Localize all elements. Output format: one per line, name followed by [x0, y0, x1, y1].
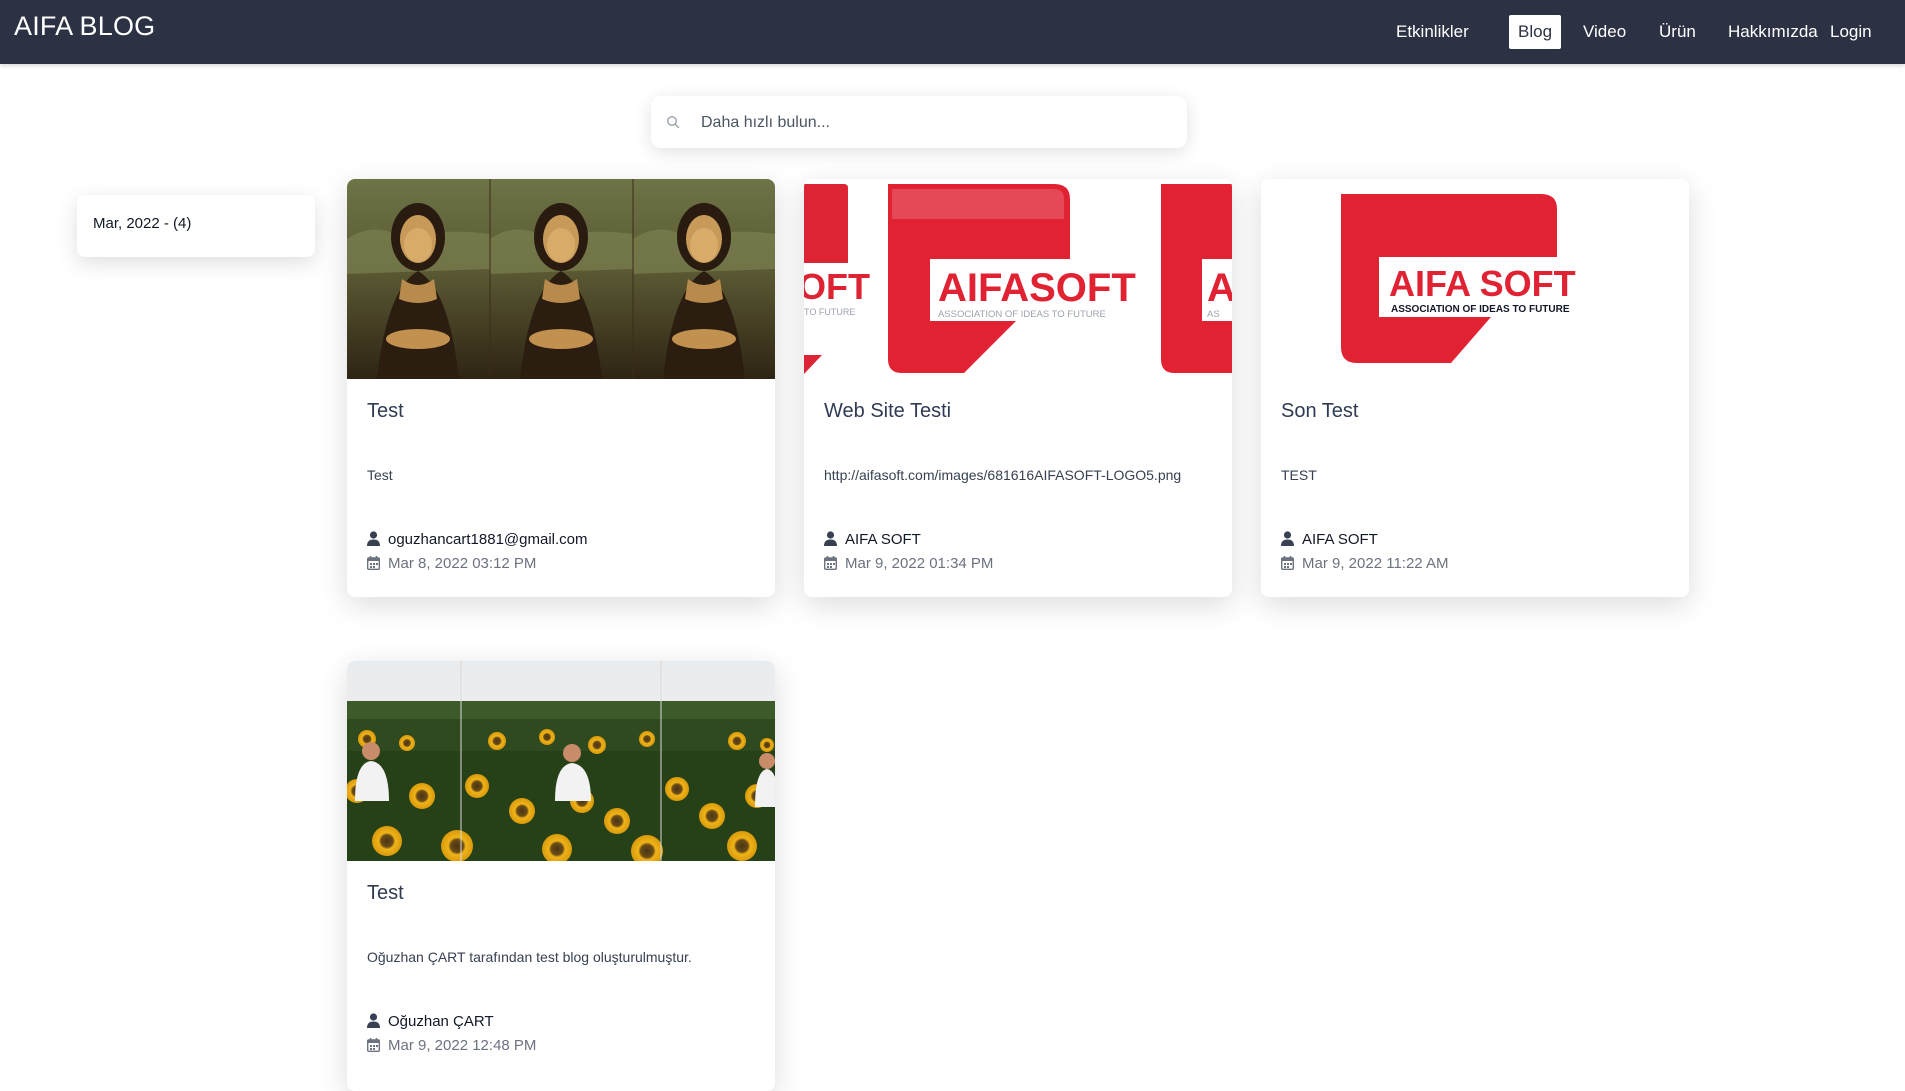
- logo-tagline: ASSOCIATION OF IDEAS TO FUTURE: [938, 309, 1106, 320]
- post-card[interactable]: Test Oğuzhan ÇART tarafından test blog o…: [347, 661, 775, 1091]
- post-title[interactable]: Test: [367, 882, 404, 905]
- post-card[interactable]: OFT TO FUTURE AIFASOFT ASSOCIATION OF ID…: [804, 179, 1232, 597]
- archive-label: Mar, 2022 - (4): [93, 215, 192, 232]
- search-input[interactable]: [699, 108, 1173, 138]
- archive-item-mar-2022[interactable]: Mar, 2022 - (4): [77, 195, 315, 257]
- post-date: Mar 9, 2022 11:22 AM: [1280, 555, 1449, 572]
- logo-fragment-left: OFT: [804, 266, 870, 307]
- post-card[interactable]: Test Test oguzhancart1881@gmail.com Mar …: [347, 179, 775, 597]
- calendar-icon: [823, 556, 838, 571]
- post-author: Oğuzhan ÇART: [367, 1013, 494, 1030]
- logo-fragment-right-tagline: AS: [1207, 309, 1220, 320]
- post-date: Mar 9, 2022 01:34 PM: [823, 555, 994, 572]
- nav-urun[interactable]: Ürün: [1659, 15, 1696, 49]
- post-author: AIFA SOFT: [1281, 531, 1378, 548]
- user-icon: [824, 531, 837, 546]
- date-value: Mar 9, 2022 01:34 PM: [845, 555, 994, 572]
- nav-login[interactable]: Login: [1830, 15, 1872, 49]
- post-author: oguzhancart1881@gmail.com: [367, 531, 588, 548]
- logo-fragment-right: A: [1207, 266, 1232, 310]
- calendar-icon: [366, 556, 381, 571]
- post-author: AIFA SOFT: [824, 531, 921, 548]
- search-box: [651, 96, 1187, 148]
- nav-video[interactable]: Video: [1583, 15, 1626, 49]
- post-image-aifasoft-logo[interactable]: OFT TO FUTURE AIFASOFT ASSOCIATION OF ID…: [804, 179, 1232, 379]
- brand-logo[interactable]: AIFA BLOG: [14, 11, 155, 42]
- post-date: Mar 8, 2022 03:12 PM: [366, 555, 537, 572]
- user-icon: [367, 531, 380, 546]
- date-value: Mar 8, 2022 03:12 PM: [388, 555, 537, 572]
- post-image-aifa-soft-logo[interactable]: AIFA SOFT ASSOCIATION OF IDEAS TO FUTURE: [1261, 179, 1689, 379]
- search-icon: [666, 115, 680, 134]
- logo-text-aifa-soft: AIFA SOFT: [1389, 263, 1576, 304]
- top-navbar: AIFA BLOG Etkinlikler Blog Video Ürün Ha…: [0, 0, 1905, 64]
- author-name: AIFA SOFT: [845, 531, 921, 548]
- nav-blog[interactable]: Blog: [1509, 15, 1562, 49]
- user-icon: [367, 1013, 380, 1028]
- logo-text-aifasoft: AIFASOFT: [938, 266, 1136, 310]
- nav-etkinlikler[interactable]: Etkinlikler: [1396, 15, 1469, 49]
- date-value: Mar 9, 2022 12:48 PM: [388, 1037, 537, 1054]
- post-description: TEST: [1281, 467, 1317, 483]
- post-title[interactable]: Web Site Testi: [824, 400, 951, 423]
- author-name: oguzhancart1881@gmail.com: [388, 531, 588, 548]
- author-name: AIFA SOFT: [1302, 531, 1378, 548]
- calendar-icon: [1280, 556, 1295, 571]
- post-image-mona-lisa[interactable]: [347, 179, 775, 379]
- calendar-icon: [366, 1038, 381, 1053]
- logo-fragment-left-tagline: TO FUTURE: [804, 307, 855, 317]
- post-description: Oğuzhan ÇART tarafından test blog oluştu…: [367, 949, 692, 965]
- nav-hakkimizda[interactable]: Hakkımızda: [1728, 15, 1818, 49]
- post-date: Mar 9, 2022 12:48 PM: [366, 1037, 537, 1054]
- post-card[interactable]: AIFA SOFT ASSOCIATION OF IDEAS TO FUTURE…: [1261, 179, 1689, 597]
- date-value: Mar 9, 2022 11:22 AM: [1302, 555, 1449, 572]
- post-title[interactable]: Son Test: [1281, 400, 1358, 423]
- post-image-sunflower-field[interactable]: [347, 661, 775, 861]
- post-description: Test: [367, 467, 393, 483]
- user-icon: [1281, 531, 1294, 546]
- post-title[interactable]: Test: [367, 400, 404, 423]
- logo-tagline: ASSOCIATION OF IDEAS TO FUTURE: [1391, 304, 1570, 315]
- post-description: http://aifasoft.com/images/681616AIFASOF…: [824, 467, 1182, 483]
- author-name: Oğuzhan ÇART: [388, 1013, 494, 1030]
